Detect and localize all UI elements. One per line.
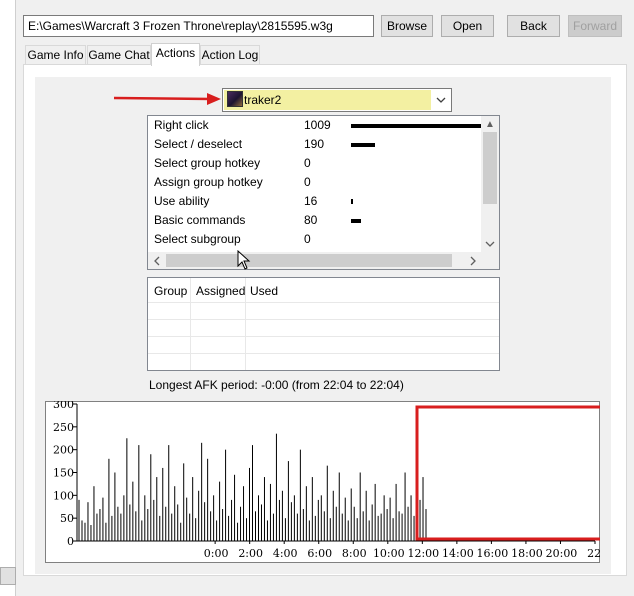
action-row[interactable]: Assign group hotkey 0 xyxy=(154,173,484,192)
tab-game-chat[interactable]: Game Chat xyxy=(87,45,151,65)
action-row[interactable]: Right click 1009 xyxy=(154,116,484,135)
vertical-scroll-thumb[interactable] xyxy=(483,132,497,204)
mouse-cursor-icon xyxy=(237,250,251,270)
action-count-bar xyxy=(351,124,481,128)
scroll-down-icon[interactable] xyxy=(482,236,498,252)
annotation-arrow xyxy=(113,93,221,105)
action-label: Basic commands xyxy=(154,213,246,227)
action-row[interactable]: Basic commands 80 xyxy=(154,211,484,230)
player-select-value: traker2 xyxy=(244,93,282,107)
action-count: 80 xyxy=(304,213,318,227)
action-row[interactable]: Use ability 16 xyxy=(154,192,484,211)
x-tick-label: 16:00 xyxy=(477,547,509,560)
x-tick-label: 22: xyxy=(587,547,600,560)
action-count: 0 xyxy=(304,232,311,246)
x-tick-label: 18:00 xyxy=(511,547,543,560)
action-label: Select / deselect xyxy=(154,137,243,151)
action-count: 1009 xyxy=(304,118,331,132)
grid-line xyxy=(148,336,499,337)
column-header-assigned[interactable]: Assigned xyxy=(196,284,245,298)
action-label: Select group hotkey xyxy=(154,156,261,170)
action-count: 0 xyxy=(304,156,311,170)
action-label: Assign group hotkey xyxy=(154,175,263,189)
scrollbar-corner xyxy=(481,252,499,269)
action-count-bar xyxy=(351,143,375,147)
x-tick-label: 0:00 xyxy=(204,547,229,560)
grid-line xyxy=(148,302,499,303)
tab-actions[interactable]: Actions xyxy=(151,43,200,66)
left-pane-button[interactable] xyxy=(0,567,16,585)
x-tick-label: 6:00 xyxy=(307,547,332,560)
action-label: Right click xyxy=(154,118,209,132)
column-header-group[interactable]: Group xyxy=(154,284,187,298)
y-tick-label: 50 xyxy=(60,512,74,525)
scroll-left-icon[interactable] xyxy=(149,253,165,269)
y-tick-label: 200 xyxy=(53,444,74,457)
forward-button[interactable]: Forward xyxy=(568,15,622,37)
action-count-bar xyxy=(351,199,353,204)
grid-line xyxy=(148,319,499,320)
y-tick-label: 250 xyxy=(53,421,74,434)
x-tick-label: 4:00 xyxy=(273,547,298,560)
action-row[interactable]: Select subgroup 0 xyxy=(154,230,484,249)
x-tick-label: 20:00 xyxy=(546,547,578,560)
replay-path-field[interactable]: E:\Games\Warcraft 3 Frozen Throne\replay… xyxy=(23,15,374,37)
y-tick-label: 100 xyxy=(53,489,74,502)
tab-game-info[interactable]: Game Info xyxy=(25,45,86,65)
afk-summary: Longest AFK period: -0:00 (from 22:04 to… xyxy=(149,378,404,392)
column-divider xyxy=(190,278,191,370)
x-tick-label: 12:00 xyxy=(407,547,439,560)
action-row[interactable]: Select group hotkey 0 xyxy=(154,154,484,173)
x-tick-label: 14:00 xyxy=(442,547,474,560)
tab-action-log[interactable]: Action Log xyxy=(200,45,260,65)
x-tick-label: 2:00 xyxy=(238,547,263,560)
action-label: Use ability xyxy=(154,194,210,208)
action-count: 16 xyxy=(304,194,318,208)
y-tick-label: 0 xyxy=(67,535,74,548)
open-button[interactable]: Open xyxy=(441,15,494,37)
action-label: Select subgroup xyxy=(154,232,241,246)
x-tick-label: 10:00 xyxy=(373,547,405,560)
action-count-bar xyxy=(351,219,361,223)
column-divider xyxy=(245,278,246,370)
scroll-right-icon[interactable] xyxy=(465,253,481,269)
back-button[interactable]: Back xyxy=(507,15,560,37)
apm-chart: 300 250 200 150 100 50 0 0:00 2:00 4:00 6:00 8:00 10… xyxy=(45,401,600,563)
y-tick-label: 150 xyxy=(53,467,74,480)
y-tick-label: 300 xyxy=(53,401,74,411)
action-count: 0 xyxy=(304,175,311,189)
action-row[interactable]: Select / deselect 190 xyxy=(154,135,484,154)
chevron-down-icon[interactable] xyxy=(432,90,450,110)
player-avatar-icon xyxy=(227,91,243,107)
grid-line xyxy=(148,353,499,354)
left-pane-edge xyxy=(0,0,16,596)
x-tick-label: 8:00 xyxy=(342,547,367,560)
column-header-used[interactable]: Used xyxy=(250,284,278,298)
action-count: 190 xyxy=(304,137,325,151)
scroll-up-icon[interactable]: ▲ xyxy=(482,117,498,133)
browse-button[interactable]: Browse xyxy=(381,15,433,37)
horizontal-scroll-thumb[interactable] xyxy=(166,254,452,267)
